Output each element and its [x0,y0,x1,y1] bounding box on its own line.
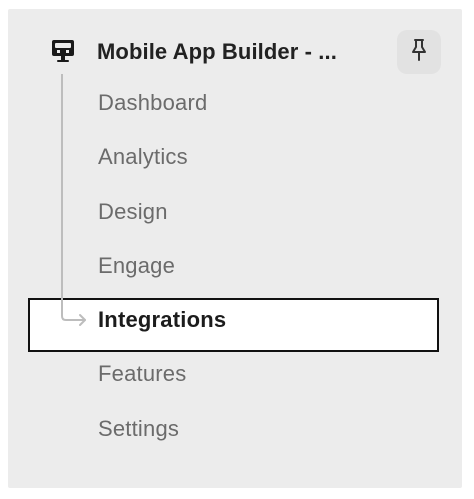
nav-item-integrations[interactable]: Integrations [8,293,462,353]
nav-item-label: Integrations [98,307,227,333]
nav-item-label: Engage [98,252,176,278]
nav-item-engage[interactable]: Engage [8,240,462,294]
project-header[interactable]: Mobile App Builder - ... [8,30,462,74]
nav-item-dashboard[interactable]: Dashboard [8,77,462,131]
nav-item-settings[interactable]: Settings [8,403,462,457]
pin-button[interactable] [397,30,441,74]
branch-arrow-icon [61,293,95,334]
nav-item-design[interactable]: Design [8,186,462,240]
project-title[interactable]: Mobile App Builder - ... [97,39,337,65]
nav-item-label: Design [98,198,168,224]
nav-item-analytics[interactable]: Analytics [8,131,462,185]
nav-item-features[interactable]: Features [8,348,462,402]
nav-item-label: Settings [98,415,180,441]
project-nav: Dashboard Analytics Design Engage Integr… [8,77,462,457]
pin-icon [408,38,430,67]
nav-item-label: Dashboard [98,90,208,115]
sidebar-panel: Mobile App Builder - ... Dashboard Analy… [8,9,462,488]
nav-item-label: Features [98,361,187,387]
nav-item-label: Analytics [98,144,188,170]
project-icon [49,37,77,65]
